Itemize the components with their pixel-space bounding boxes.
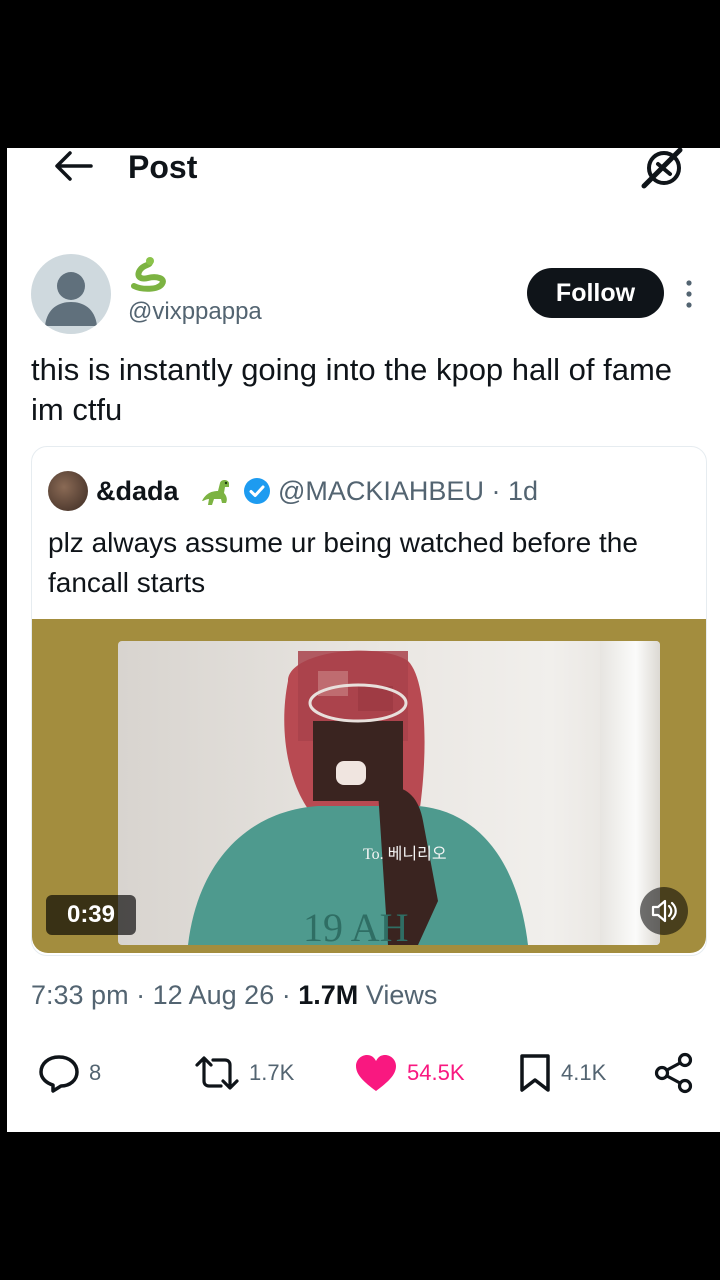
bookmark-button[interactable]: 4.1K — [517, 1048, 606, 1098]
author-display-name[interactable] — [128, 256, 168, 292]
dinosaur-emoji-icon — [202, 480, 229, 505]
bookmark-icon — [520, 1054, 550, 1092]
avatar[interactable] — [31, 254, 111, 334]
reply-icon — [39, 1055, 79, 1093]
mute-toggle-button[interactable] — [640, 887, 688, 935]
quoted-avatar — [48, 471, 88, 511]
like-button[interactable]: 54.5K — [353, 1048, 465, 1098]
back-button[interactable] — [49, 148, 97, 186]
more-vertical-icon — [686, 280, 692, 308]
action-bar: 8 1.7K 54.5K 4.1K — [7, 1048, 720, 1098]
video-duration-badge: 0:39 — [46, 895, 136, 935]
post-card: Post @vixppappa Follow this is instantly… — [7, 148, 720, 1132]
video-player[interactable]: To. 베니리오 19 AH 0:39 — [32, 619, 706, 953]
grok-icon — [641, 148, 683, 189]
share-icon — [654, 1052, 693, 1094]
share-button[interactable] — [653, 1048, 695, 1098]
bookmark-count: 4.1K — [561, 1060, 607, 1085]
tweet-text: this is instantly going into the kpop ha… — [31, 352, 673, 427]
page-title: Post — [128, 149, 198, 185]
heart-filled-icon — [356, 1055, 396, 1091]
arrow-left-icon — [55, 151, 93, 181]
grok-button[interactable] — [640, 148, 686, 190]
video-frame: To. 베니리오 19 AH — [118, 641, 660, 945]
default-avatar-icon — [45, 272, 97, 326]
shirt-text: 19 AH — [303, 905, 409, 945]
video-still: To. 베니리오 19 AH — [188, 650, 528, 945]
verified-badge-icon — [244, 478, 270, 504]
speaker-icon — [651, 899, 677, 923]
repost-icon — [195, 1056, 239, 1090]
reply-count: 8 — [89, 1060, 102, 1085]
video-caption: To. 베니리오 — [363, 845, 447, 863]
post-time: 7:33 pm — [31, 980, 129, 1010]
repost-count: 1.7K — [249, 1060, 295, 1085]
like-count: 54.5K — [407, 1060, 465, 1085]
top-bar: Post — [7, 148, 720, 208]
reply-button[interactable]: 8 — [37, 1048, 101, 1098]
quoted-author-name: &dada — [96, 476, 179, 506]
repost-button[interactable]: 1.7K — [193, 1048, 294, 1098]
meta-separator: · — [281, 980, 291, 1010]
views-label: Views — [365, 980, 438, 1010]
quoted-handle-line: @MACKIAHBEU · 1d — [278, 471, 538, 511]
snake-emoji-icon — [131, 257, 166, 292]
quoted-text: plz always assume ur being watched befor… — [48, 527, 638, 598]
follow-button[interactable]: Follow — [527, 268, 664, 318]
author-handle[interactable]: @vixppappa — [128, 298, 262, 326]
quoted-post[interactable]: &dada @MACKIAHBEU · 1d plz always assume… — [31, 446, 707, 956]
post-metadata: 7:33 pm · 12 Aug 26 · 1.7M Views — [31, 978, 437, 1012]
views-count[interactable]: 1.7M — [298, 980, 358, 1010]
more-options-button[interactable] — [679, 278, 699, 310]
quoted-age: · 1d — [491, 476, 538, 506]
quoted-handle: @MACKIAHBEU — [278, 476, 484, 506]
post-date: 12 Aug 26 — [152, 980, 275, 1010]
meta-separator: · — [136, 980, 146, 1010]
